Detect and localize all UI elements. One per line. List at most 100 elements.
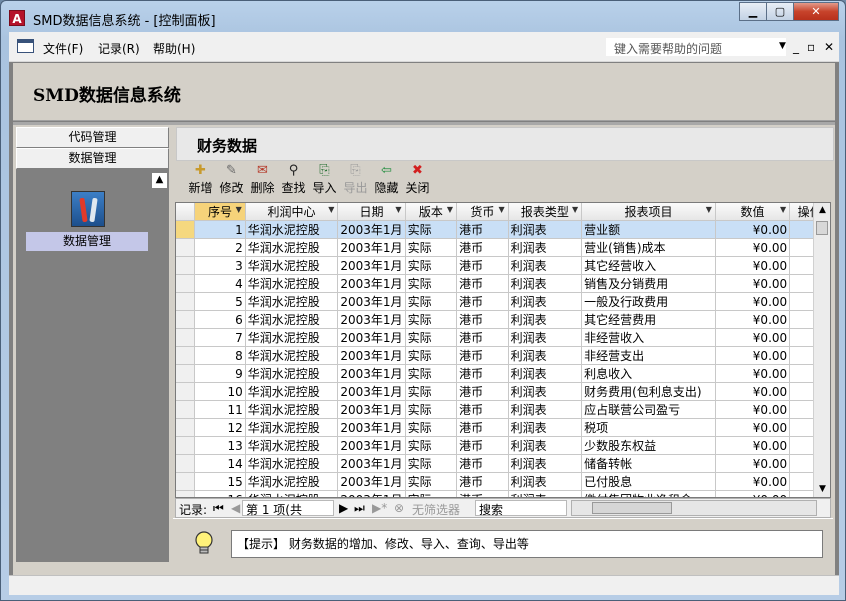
table-cell[interactable]: 1	[194, 220, 246, 239]
table-cell[interactable]: 11	[194, 400, 246, 419]
table-cell[interactable]: 利润表	[508, 436, 583, 455]
title-bar[interactable]: A SMD数据信息系统 - [控制面板] ▁ ▢ ✕	[1, 1, 845, 31]
table-cell[interactable]: 2003年1月	[337, 436, 406, 455]
table-cell[interactable]: 利润表	[508, 292, 583, 311]
table-cell[interactable]: 华润水泥控股	[245, 328, 339, 347]
table-row[interactable]: 1 华润水泥控股 2003年1月 实际 港币 利润表 营业额 ¥0.00	[176, 220, 830, 239]
scroll-up-arrow-icon[interactable]: ▲	[815, 203, 830, 218]
table-cell[interactable]: 实际	[405, 418, 458, 437]
table-cell[interactable]: ¥0.00	[715, 328, 791, 347]
row-selector[interactable]	[176, 292, 196, 311]
table-cell[interactable]: 实际	[405, 292, 458, 311]
table-cell[interactable]: 利润表	[508, 220, 583, 239]
row-selector[interactable]	[176, 346, 196, 365]
toolbar-button-export[interactable]: ⎘ 导出	[340, 163, 371, 197]
table-cell[interactable]: 2003年1月	[337, 418, 406, 437]
toolbar-button-binoculars[interactable]: ⚲ 查找	[278, 163, 309, 197]
table-cell[interactable]: 港币	[456, 310, 509, 329]
table-row[interactable]: 14 华润水泥控股 2003年1月 实际 港币 利润表 储备转帐 ¥0.00	[176, 454, 830, 473]
scroll-thumb[interactable]	[816, 221, 828, 235]
chevron-down-icon[interactable]: ▼	[780, 205, 786, 214]
table-cell[interactable]: 2003年1月	[337, 328, 406, 347]
toolbar-button-new-record[interactable]: ✚ 新增	[185, 163, 216, 197]
nav-selected-label[interactable]: 数据管理	[26, 232, 148, 251]
table-cell[interactable]: 华润水泥控股	[245, 454, 339, 473]
column-header[interactable]: 数值 ▼	[715, 203, 791, 221]
column-header[interactable]: 利润中心 ▼	[245, 203, 339, 221]
table-cell[interactable]: 实际	[405, 364, 458, 383]
next-record-button[interactable]: ▶	[339, 501, 348, 515]
table-cell[interactable]: 利润表	[508, 454, 583, 473]
table-cell[interactable]: 实际	[405, 256, 458, 275]
table-cell[interactable]: 10	[194, 382, 246, 401]
row-selector[interactable]	[176, 274, 196, 293]
table-cell[interactable]: 华润水泥控股	[245, 220, 339, 239]
table-cell[interactable]: ¥0.00	[715, 292, 791, 311]
table-cell[interactable]: 实际	[405, 274, 458, 293]
table-cell[interactable]: 实际	[405, 436, 458, 455]
table-row[interactable]: 13 华润水泥控股 2003年1月 实际 港币 利润表 少数股东权益 ¥0.00	[176, 436, 830, 455]
table-cell[interactable]: 2003年1月	[337, 220, 406, 239]
table-cell[interactable]: 2003年1月	[337, 346, 406, 365]
table-cell[interactable]: 华润水泥控股	[245, 490, 339, 497]
table-cell[interactable]: 实际	[405, 454, 458, 473]
table-row[interactable]: 2 华润水泥控股 2003年1月 实际 港币 利润表 营业(销售)成本 ¥0.00	[176, 238, 830, 257]
table-cell[interactable]: 2003年1月	[337, 256, 406, 275]
table-cell[interactable]: 4	[194, 274, 246, 293]
table-cell[interactable]: 2003年1月	[337, 490, 406, 497]
table-cell[interactable]: 非经营支出	[581, 346, 716, 365]
table-row[interactable]: 3 华润水泥控股 2003年1月 实际 港币 利润表 其它经营收入 ¥0.00	[176, 256, 830, 275]
column-header[interactable]: 版本 ▼	[405, 203, 458, 221]
table-cell[interactable]: 15	[194, 472, 246, 491]
close-button[interactable]: ✕	[793, 2, 839, 21]
table-cell[interactable]: 港币	[456, 364, 509, 383]
table-cell[interactable]: 利润表	[508, 418, 583, 437]
row-selector[interactable]	[176, 328, 196, 347]
toolbar-button-import[interactable]: ⎘ 导入	[309, 163, 340, 197]
row-selector[interactable]	[176, 490, 196, 497]
nav-button-data-management[interactable]: 数据管理	[16, 148, 169, 169]
chevron-down-icon[interactable]: ▼	[706, 205, 712, 214]
table-cell[interactable]: 实际	[405, 382, 458, 401]
nav-button-code-management[interactable]: 代码管理	[16, 127, 169, 148]
menu-file[interactable]: 文件(F)	[43, 40, 83, 57]
table-row[interactable]: 7 华润水泥控股 2003年1月 实际 港币 利润表 非经营收入 ¥0.00	[176, 328, 830, 347]
table-cell[interactable]: 港币	[456, 472, 509, 491]
table-cell[interactable]: 利润表	[508, 400, 583, 419]
hscroll-thumb[interactable]	[592, 502, 672, 514]
menu-records[interactable]: 记录(R)	[98, 40, 140, 57]
row-selector[interactable]	[176, 400, 196, 419]
table-cell[interactable]: ¥0.00	[715, 346, 791, 365]
table-cell[interactable]: 2003年1月	[337, 310, 406, 329]
table-cell[interactable]: 港币	[456, 328, 509, 347]
last-record-button[interactable]: ⏭	[354, 501, 365, 516]
table-cell[interactable]: 利润表	[508, 472, 583, 491]
table-cell[interactable]: 实际	[405, 238, 458, 257]
table-cell[interactable]: 华润水泥控股	[245, 238, 339, 257]
row-selector[interactable]	[176, 220, 196, 239]
table-cell[interactable]: 港币	[456, 292, 509, 311]
table-row[interactable]: 8 华润水泥控股 2003年1月 实际 港币 利润表 非经营支出 ¥0.00	[176, 346, 830, 365]
table-cell[interactable]: ¥0.00	[715, 490, 791, 497]
column-header[interactable]: 日期 ▼	[337, 203, 406, 221]
table-cell[interactable]: 2003年1月	[337, 274, 406, 293]
table-cell[interactable]: 实际	[405, 328, 458, 347]
table-cell[interactable]: 实际	[405, 400, 458, 419]
chevron-down-icon[interactable]: ▼	[395, 205, 401, 214]
menu-help[interactable]: 帮助(H)	[153, 40, 195, 57]
mdi-minimize-button[interactable]: _	[793, 40, 799, 54]
table-cell[interactable]: 华润水泥控股	[245, 382, 339, 401]
table-cell[interactable]: ¥0.00	[715, 400, 791, 419]
chevron-down-icon[interactable]: ▼	[328, 205, 334, 214]
table-cell[interactable]: 2003年1月	[337, 472, 406, 491]
table-row[interactable]: 4 华润水泥控股 2003年1月 实际 港币 利润表 销售及分销费用 ¥0.00	[176, 274, 830, 293]
row-selector[interactable]	[176, 256, 196, 275]
table-cell[interactable]: 华润水泥控股	[245, 436, 339, 455]
table-cell[interactable]: 实际	[405, 472, 458, 491]
table-cell[interactable]: 14	[194, 454, 246, 473]
table-row[interactable]: 6 华润水泥控股 2003年1月 实际 港币 利润表 其它经营费用 ¥0.00	[176, 310, 830, 329]
table-cell[interactable]: 港币	[456, 346, 509, 365]
table-cell[interactable]: 3	[194, 256, 246, 275]
table-row[interactable]: 9 华润水泥控股 2003年1月 实际 港币 利润表 利息收入 ¥0.00	[176, 364, 830, 383]
document-icon[interactable]	[17, 39, 34, 53]
